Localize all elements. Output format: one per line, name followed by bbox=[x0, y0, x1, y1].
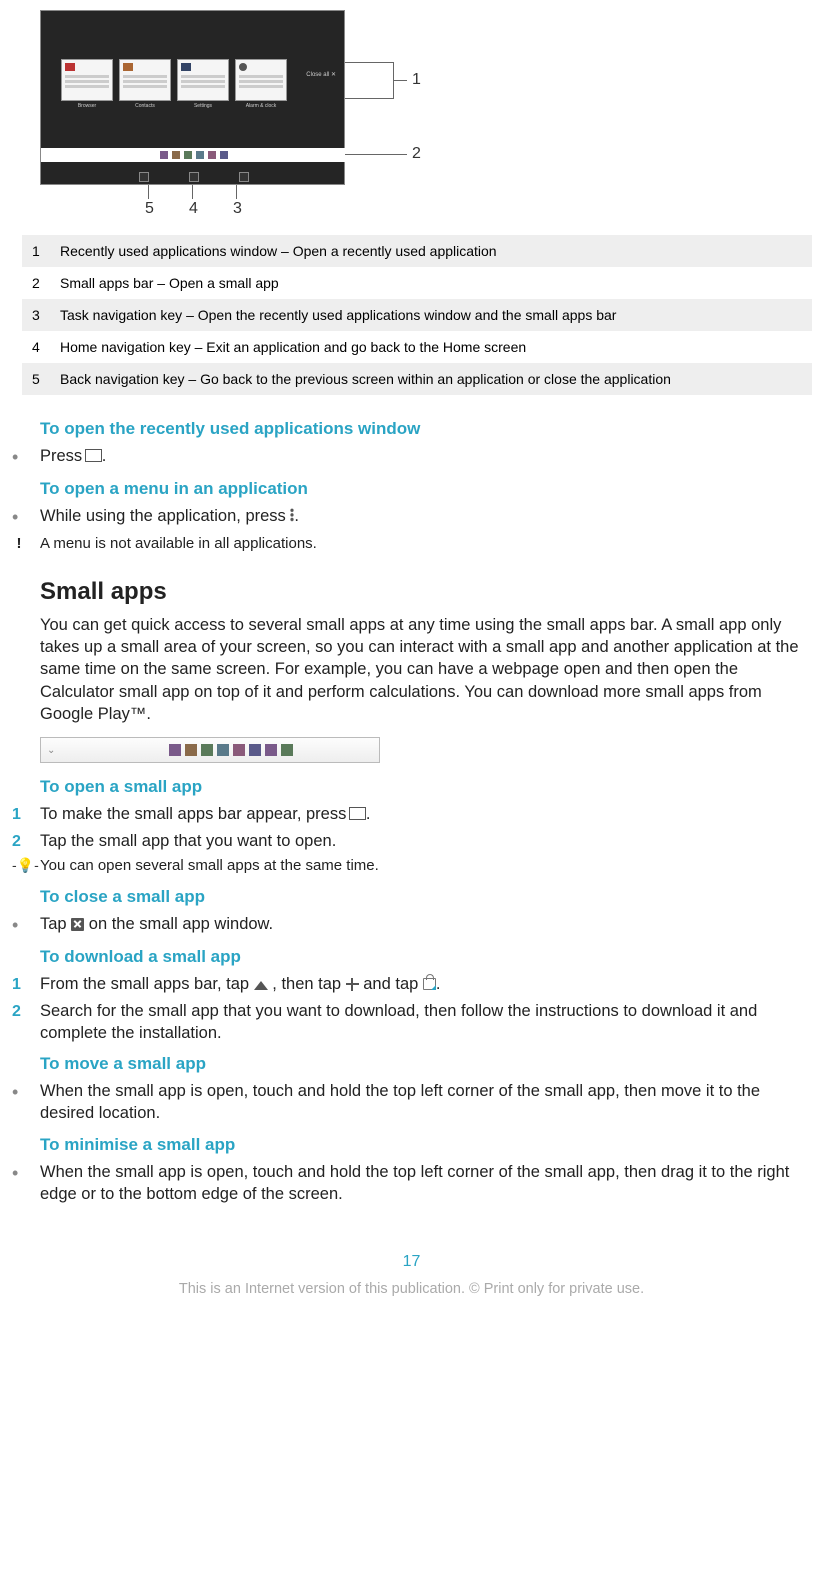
text: Tap the small app that you want to open. bbox=[40, 830, 823, 852]
text: While using the application, press bbox=[40, 507, 290, 525]
text: When the small app is open, touch and ho… bbox=[40, 1080, 823, 1125]
tip-text: You can open several small apps at the s… bbox=[40, 856, 823, 876]
recent-apps-row: Browser Contacts Settings Alarm & clock bbox=[61, 59, 287, 109]
text: . bbox=[366, 805, 371, 823]
subheading-open-menu: To open a menu in an application bbox=[40, 479, 823, 499]
small-apps-bar-image: ⌄ bbox=[40, 737, 380, 763]
text: . bbox=[436, 975, 441, 993]
callout-3: 3 bbox=[233, 200, 242, 218]
instruction-item: 2 Tap the small app that you want to ope… bbox=[0, 830, 823, 853]
note-text: A menu is not available in all applicati… bbox=[40, 534, 823, 554]
text: Search for the small app that you want t… bbox=[40, 1000, 823, 1045]
overview-diagram: Browser Contacts Settings Alarm & clock … bbox=[40, 10, 400, 215]
subheading-open-recent: To open the recently used applications w… bbox=[40, 419, 823, 439]
table-row: 1Recently used applications window – Ope… bbox=[22, 235, 812, 267]
document-page: Browser Contacts Settings Alarm & clock … bbox=[0, 0, 823, 1337]
subheading-move-small-app: To move a small app bbox=[40, 1054, 823, 1074]
note-item: ! A menu is not available in all applica… bbox=[0, 534, 823, 554]
instruction-item: 1 From the small apps bar, tap , then ta… bbox=[0, 973, 823, 996]
callout-5: 5 bbox=[145, 200, 154, 218]
text: Tap bbox=[40, 915, 71, 933]
footer-text: This is an Internet version of this publ… bbox=[0, 1281, 823, 1317]
recent-tile: Alarm & clock bbox=[235, 59, 287, 109]
section-heading-small-apps: Small apps bbox=[40, 578, 823, 606]
text: From the small apps bar, tap bbox=[40, 975, 254, 993]
text: To make the small apps bar appear, press bbox=[40, 805, 351, 823]
instruction-item: • While using the application, press . bbox=[0, 505, 823, 529]
task-key-icon bbox=[351, 809, 366, 820]
recent-tile: Browser bbox=[61, 59, 113, 109]
subheading-open-small-app: To open a small app bbox=[40, 777, 823, 797]
instruction-item: • Press . bbox=[0, 445, 823, 469]
table-row: 2Small apps bar – Open a small app bbox=[22, 267, 812, 299]
text: and tap bbox=[359, 975, 423, 993]
text: When the small app is open, touch and ho… bbox=[40, 1161, 823, 1206]
close-icon bbox=[71, 918, 84, 931]
instruction-item: • When the small app is open, touch and … bbox=[0, 1161, 823, 1206]
legend-table: 1Recently used applications window – Ope… bbox=[22, 235, 812, 395]
instruction-item: • When the small app is open, touch and … bbox=[0, 1080, 823, 1125]
text: , then tap bbox=[268, 975, 346, 993]
menu-icon bbox=[290, 508, 294, 522]
table-row: 4Home navigation key – Exit an applicati… bbox=[22, 331, 812, 363]
page-number: 17 bbox=[0, 1253, 823, 1271]
callout-2: 2 bbox=[412, 145, 421, 163]
callout-1: 1 bbox=[412, 71, 421, 89]
text: Press bbox=[40, 447, 87, 465]
close-all-label: Close all ✕ bbox=[306, 71, 336, 78]
instruction-item: • Tap on the small app window. bbox=[0, 913, 823, 937]
table-row: 3Task navigation key – Open the recently… bbox=[22, 299, 812, 331]
text: on the small app window. bbox=[84, 915, 273, 933]
device-screen: Browser Contacts Settings Alarm & clock … bbox=[40, 10, 345, 185]
instruction-item: 1 To make the small apps bar appear, pre… bbox=[0, 803, 823, 826]
subheading-download-small-app: To download a small app bbox=[40, 947, 823, 967]
small-apps-bar bbox=[41, 148, 346, 162]
instruction-item: 2 Search for the small app that you want… bbox=[0, 1000, 823, 1045]
task-key-icon bbox=[87, 451, 102, 462]
table-row: 5Back navigation key – Go back to the pr… bbox=[22, 363, 812, 395]
plus-icon bbox=[346, 978, 359, 991]
subheading-close-small-app: To close a small app bbox=[40, 887, 823, 907]
recent-tile: Contacts bbox=[119, 59, 171, 109]
subheading-minimise-small-app: To minimise a small app bbox=[40, 1135, 823, 1155]
expand-icon bbox=[254, 978, 268, 990]
tip-icon: -💡- bbox=[12, 857, 39, 873]
text: . bbox=[294, 507, 299, 525]
paragraph: You can get quick access to several smal… bbox=[40, 614, 805, 725]
text: . bbox=[102, 447, 107, 465]
recent-tile: Settings bbox=[177, 59, 229, 109]
callout-4: 4 bbox=[189, 200, 198, 218]
store-icon bbox=[423, 978, 436, 990]
nav-keys bbox=[41, 172, 346, 182]
tip-item: -💡- You can open several small apps at t… bbox=[0, 856, 823, 876]
chevron-icon: ⌄ bbox=[47, 745, 55, 756]
warning-icon: ! bbox=[12, 534, 26, 554]
